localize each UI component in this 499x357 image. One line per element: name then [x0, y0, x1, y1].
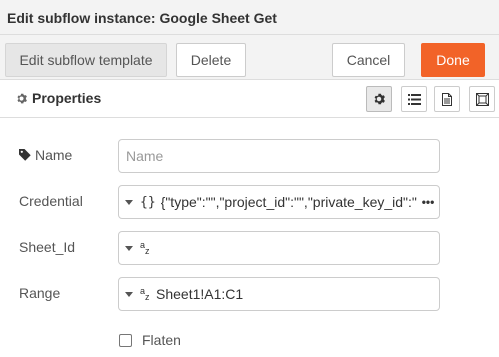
string-type-icon: az	[140, 286, 150, 302]
range-field[interactable]: az Sheet1!A1:C1	[118, 277, 440, 311]
list-icon	[407, 93, 421, 105]
delete-button[interactable]: Delete	[176, 43, 246, 77]
credential-type-select[interactable]: {}	[119, 186, 161, 218]
caret-down-icon	[125, 199, 133, 205]
credential-value[interactable]: {"type":"","project_id":"","private_key_…	[161, 194, 417, 210]
credential-label: Credential	[19, 193, 83, 209]
credential-field[interactable]: {} {"type":"","project_id":"","private_k…	[118, 185, 440, 219]
tab-description[interactable]	[434, 86, 460, 112]
gear-icon	[17, 93, 27, 103]
done-button[interactable]: Done	[421, 43, 485, 77]
cancel-button[interactable]: Cancel	[332, 43, 405, 77]
sheet-id-label: Sheet_Id	[19, 239, 76, 255]
ellipsis-icon[interactable]: •••	[417, 186, 439, 218]
json-type-icon: {}	[140, 194, 156, 210]
range-type-select[interactable]: az	[119, 278, 156, 310]
gear-icon	[374, 93, 385, 105]
flaten-row: Flaten	[119, 332, 181, 348]
tab-properties[interactable]	[366, 86, 392, 112]
properties-header: Properties	[0, 80, 499, 118]
frame-icon	[475, 92, 489, 106]
range-value[interactable]: Sheet1!A1:C1	[156, 286, 439, 302]
dialog-toolbar: Edit subflow template Delete Cancel Done	[0, 35, 499, 80]
name-label: Name	[19, 147, 72, 163]
properties-label-text: Properties	[32, 90, 102, 106]
name-field[interactable]	[118, 139, 440, 173]
properties-section-label[interactable]: Properties	[16, 90, 101, 106]
caret-down-icon	[125, 291, 133, 297]
name-input[interactable]	[119, 140, 439, 172]
tag-icon	[19, 149, 31, 161]
tab-appearance[interactable]	[469, 86, 495, 112]
document-icon	[442, 92, 452, 106]
name-label-text: Name	[35, 147, 73, 163]
string-type-icon: az	[140, 240, 150, 256]
dialog-title: Edit subflow instance: Google Sheet Get	[0, 0, 499, 35]
caret-down-icon	[125, 245, 133, 251]
flaten-label[interactable]: Flaten	[142, 332, 181, 348]
range-label: Range	[19, 285, 61, 301]
sheet-id-type-select[interactable]: az	[119, 232, 156, 264]
sheet-id-field[interactable]: az	[118, 231, 440, 265]
tab-environment[interactable]	[401, 86, 427, 112]
edit-subflow-template-button[interactable]: Edit subflow template	[5, 43, 167, 77]
flaten-checkbox[interactable]	[119, 333, 132, 347]
